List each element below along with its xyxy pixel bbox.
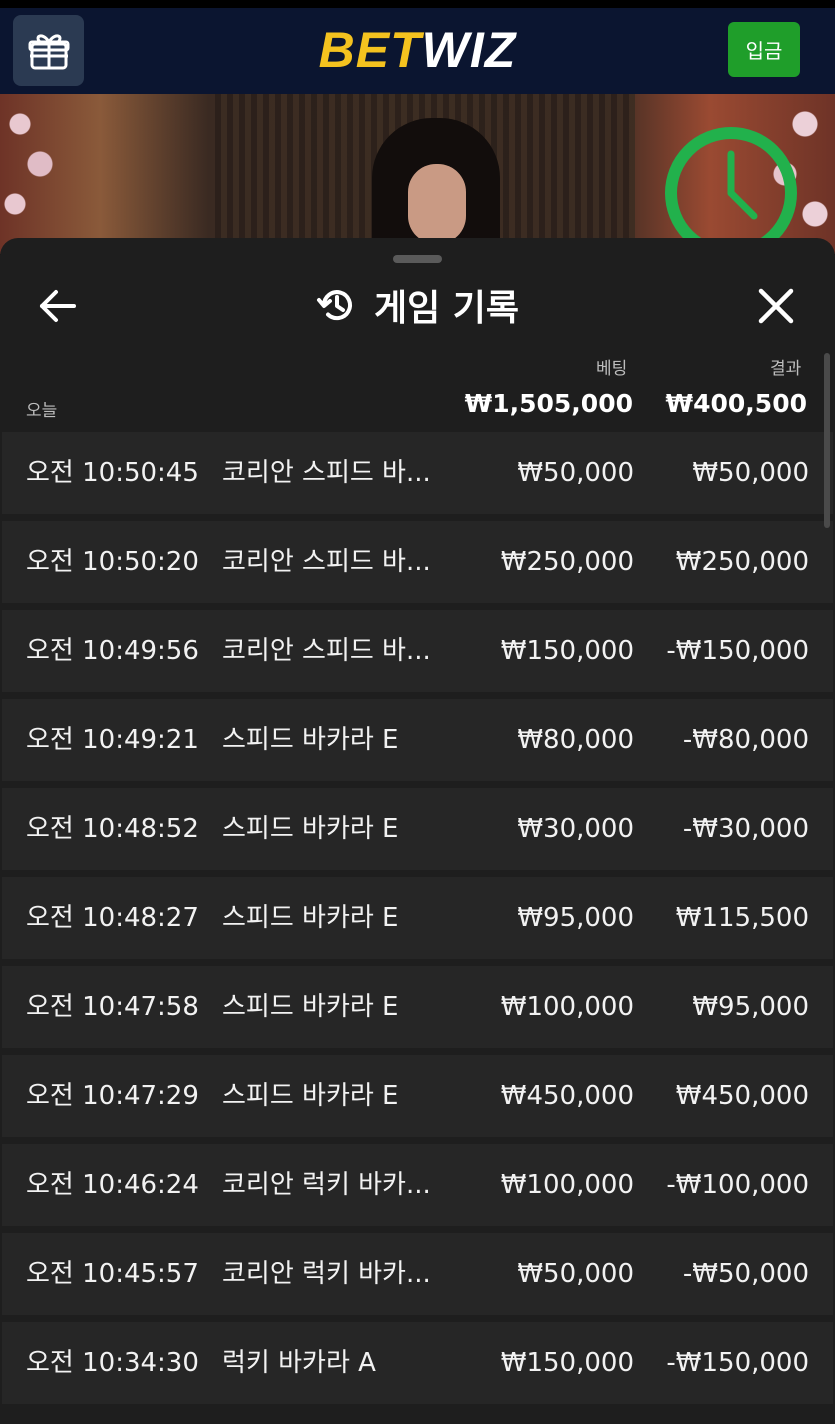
row-bet: ₩95,000 <box>517 903 634 933</box>
row-bet: ₩50,000 <box>517 458 634 488</box>
row-time: 오전 10:47:29 <box>26 1081 199 1111</box>
history-row[interactable]: 오전 10:48:27 스피드 바카라 E ₩95,000 ₩115,500 <box>2 877 833 959</box>
row-bet: ₩100,000 <box>500 1170 634 1200</box>
video-flowers-left <box>0 94 60 254</box>
row-bet: ₩30,000 <box>517 814 634 844</box>
history-icon <box>316 290 352 321</box>
logo-text-wiz: WIZ <box>421 22 517 78</box>
row-bet: ₩100,000 <box>500 992 634 1022</box>
row-time: 오전 10:48:52 <box>26 814 199 844</box>
betwiz-logo[interactable]: BETWIZ <box>0 22 835 78</box>
section-label-today: 오늘 <box>26 401 58 421</box>
bet-column-header: 베팅 <box>596 359 628 379</box>
drag-handle[interactable] <box>393 255 442 263</box>
dealer-face <box>408 164 466 244</box>
logo-text-bet: BET <box>318 22 422 78</box>
row-result: -₩50,000 <box>682 1259 809 1289</box>
history-row[interactable]: 오전 10:34:30 럭키 바카라 A ₩150,000 -₩150,000 <box>2 1322 833 1404</box>
row-time: 오전 10:50:45 <box>26 458 199 488</box>
row-result: -₩100,000 <box>666 1170 809 1200</box>
row-result: ₩250,000 <box>675 547 809 577</box>
row-bet: ₩150,000 <box>500 1348 634 1378</box>
row-result: ₩450,000 <box>675 1081 809 1111</box>
game-history-sheet: 게임 기록 베팅 결과 오늘 ₩1,505,000 ₩400,500 오전 10… <box>0 238 835 1424</box>
history-row[interactable]: 오전 10:45:57 코리안 럭키 바카... ₩50,000 -₩50,000 <box>2 1233 833 1315</box>
row-bet: ₩50,000 <box>517 1259 634 1289</box>
row-game: 코리안 럭키 바카... <box>222 1259 431 1289</box>
live-video-feed <box>0 94 835 254</box>
deposit-button[interactable]: 입금 <box>728 22 800 77</box>
row-game: 스피드 바카라 E <box>222 1081 399 1111</box>
row-result: -₩150,000 <box>666 1348 809 1378</box>
scrollbar[interactable] <box>824 353 830 528</box>
row-result: ₩95,000 <box>692 992 809 1022</box>
row-time: 오전 10:34:30 <box>26 1348 199 1378</box>
row-result: ₩115,500 <box>675 903 809 933</box>
row-time: 오전 10:48:27 <box>26 903 199 933</box>
row-time: 오전 10:47:58 <box>26 992 199 1022</box>
row-game: 럭키 바카라 A <box>222 1348 376 1378</box>
history-row[interactable]: 오전 10:50:45 코리안 스피드 바... ₩50,000 ₩50,000 <box>2 432 833 514</box>
row-result: -₩80,000 <box>682 725 809 755</box>
row-time: 오전 10:45:57 <box>26 1259 199 1289</box>
row-bet: ₩250,000 <box>500 547 634 577</box>
row-game: 코리안 스피드 바... <box>222 636 431 666</box>
row-game: 스피드 바카라 E <box>222 814 399 844</box>
row-game: 스피드 바카라 E <box>222 992 399 1022</box>
row-time: 오전 10:49:56 <box>26 636 199 666</box>
row-time: 오전 10:50:20 <box>26 547 199 577</box>
history-row[interactable]: 오전 10:47:58 스피드 바카라 E ₩100,000 ₩95,000 <box>2 966 833 1048</box>
history-row[interactable]: 오전 10:46:24 코리안 럭키 바카... ₩100,000 -₩100,000 <box>2 1144 833 1226</box>
row-time: 오전 10:49:21 <box>26 725 199 755</box>
row-result: -₩150,000 <box>666 636 809 666</box>
close-icon[interactable] <box>756 286 796 326</box>
row-game: 스피드 바카라 E <box>222 725 399 755</box>
history-row[interactable]: 오전 10:47:29 스피드 바카라 E ₩450,000 ₩450,000 <box>2 1055 833 1137</box>
result-column-header: 결과 <box>770 359 802 379</box>
row-result: -₩30,000 <box>682 814 809 844</box>
row-game: 코리안 럭키 바카... <box>222 1170 431 1200</box>
sheet-header: 게임 기록 <box>0 280 835 330</box>
row-time: 오전 10:46:24 <box>26 1170 199 1200</box>
row-bet: ₩150,000 <box>500 636 634 666</box>
row-result: ₩50,000 <box>692 458 809 488</box>
row-bet: ₩450,000 <box>500 1081 634 1111</box>
top-bar: BETWIZ 입금 <box>0 0 835 94</box>
row-bet: ₩80,000 <box>517 725 634 755</box>
timer-icon <box>665 127 797 254</box>
row-game: 코리안 스피드 바... <box>222 547 431 577</box>
history-row[interactable]: 오전 10:49:56 코리안 스피드 바... ₩150,000 -₩150,000 <box>2 610 833 692</box>
history-row[interactable]: 오전 10:49:21 스피드 바카라 E ₩80,000 -₩80,000 <box>2 699 833 781</box>
history-row[interactable]: 오전 10:50:20 코리안 스피드 바... ₩250,000 ₩250,000 <box>2 521 833 603</box>
row-game: 코리안 스피드 바... <box>222 458 431 488</box>
bet-total: ₩1,505,000 <box>464 389 633 418</box>
history-row[interactable]: 오전 10:48:52 스피드 바카라 E ₩30,000 -₩30,000 <box>2 788 833 870</box>
history-list: 오전 10:50:45 코리안 스피드 바... ₩50,000 ₩50,000 오전… <box>2 432 833 1411</box>
page-title: 게임 기록 <box>373 288 519 329</box>
row-game: 스피드 바카라 E <box>222 903 399 933</box>
result-total: ₩400,500 <box>665 389 807 418</box>
